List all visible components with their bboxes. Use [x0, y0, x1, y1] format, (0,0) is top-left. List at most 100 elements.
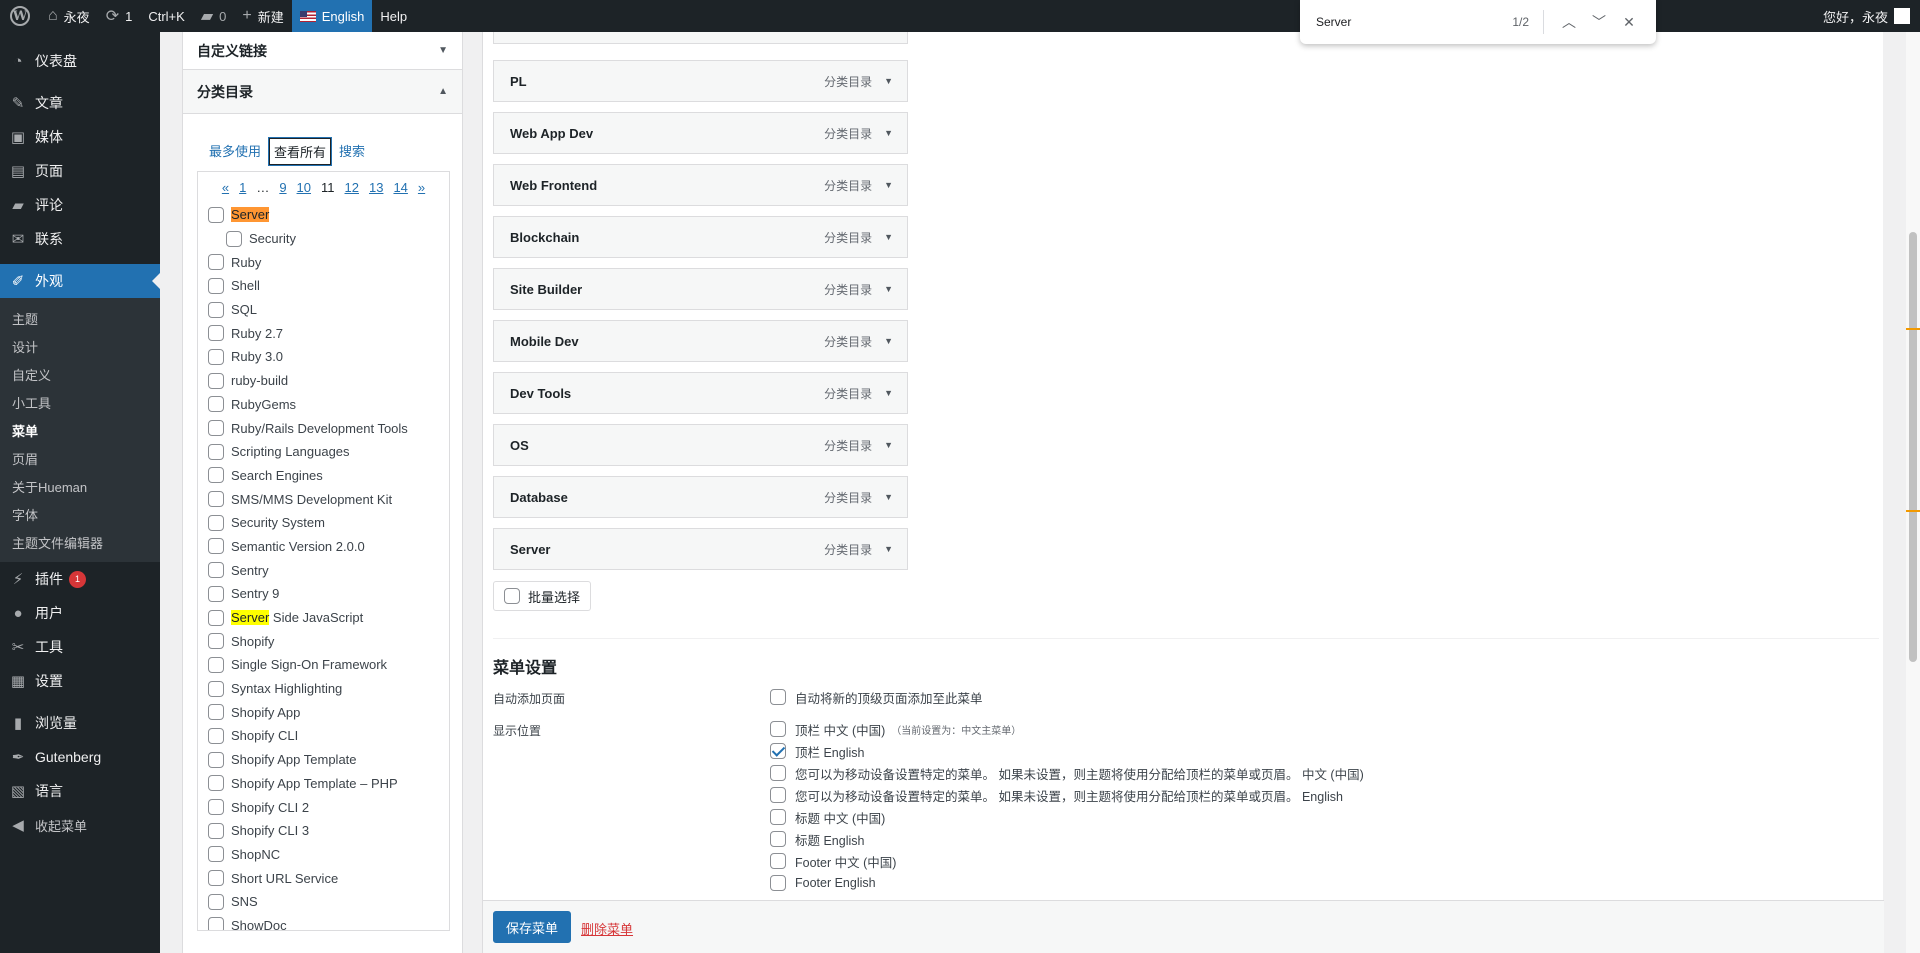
category-checkbox[interactable] [208, 680, 224, 697]
menu-plugins[interactable]: ⚡ 插件 1 [0, 562, 160, 596]
category-checkbox[interactable] [208, 799, 224, 816]
category-item[interactable]: Sentry 9 [208, 582, 439, 606]
category-item[interactable]: Syntax Highlighting [208, 677, 439, 701]
menu-item[interactable]: Site Builder 分类目录 ▼ [493, 268, 908, 310]
location-option[interactable]: Footer English [770, 874, 876, 892]
location-checkbox[interactable] [770, 875, 786, 891]
page-link[interactable]: » [418, 180, 425, 195]
category-checkbox[interactable] [208, 893, 224, 910]
menu-pages[interactable]: ▤ 页面 [0, 154, 160, 188]
menu-users[interactable]: ● 用户 [0, 596, 160, 630]
menu-item[interactable]: Web Frontend 分类目录 ▼ [493, 164, 908, 206]
location-option[interactable]: 您可以为移动设备设置特定的菜单。 如果未设置，则主题将使用分配给顶栏的菜单或页眉… [770, 786, 1343, 804]
caret-down-icon[interactable]: ▼ [884, 180, 893, 190]
find-close-button[interactable]: ✕ [1614, 7, 1644, 37]
category-checkbox[interactable] [208, 870, 224, 887]
category-checkbox[interactable] [208, 727, 224, 744]
menu-item[interactable]: Web App Dev 分类目录 ▼ [493, 112, 908, 154]
category-checkbox[interactable] [226, 230, 242, 247]
category-item[interactable]: Security System [208, 511, 439, 535]
menu-item[interactable]: OS 分类目录 ▼ [493, 424, 908, 466]
page-scrollbar[interactable] [1906, 32, 1920, 953]
caret-down-icon[interactable]: ▼ [884, 128, 893, 138]
location-option[interactable]: 顶栏 中文 (中国) （当前设置为：中文主菜单） [770, 720, 1021, 738]
location-option[interactable]: 您可以为移动设备设置特定的菜单。 如果未设置，则主题将使用分配给顶栏的菜单或页眉… [770, 764, 1364, 782]
category-checkbox[interactable] [208, 514, 224, 531]
menu-item[interactable]: PL 分类目录 ▼ [493, 60, 908, 102]
scrollbar-thumb[interactable] [1909, 232, 1917, 662]
category-checkbox[interactable] [208, 467, 224, 484]
category-checkbox[interactable] [208, 206, 224, 223]
category-item[interactable]: Server Side JavaScript [208, 606, 439, 630]
category-item[interactable]: ruby-build [208, 369, 439, 393]
page-link[interactable]: « [222, 180, 229, 195]
category-item[interactable]: Semantic Version 2.0.0 [208, 535, 439, 559]
caret-down-icon[interactable]: ▼ [884, 76, 893, 86]
category-checkbox[interactable] [208, 277, 224, 294]
tab-most-used[interactable]: 最多使用 [205, 138, 265, 165]
caret-down-icon[interactable]: ▼ [884, 544, 893, 554]
language-switcher[interactable]: English [291, 0, 373, 32]
category-checkbox[interactable] [208, 325, 224, 342]
comments-menu[interactable]: ▰ 0 [193, 0, 235, 32]
site-name-menu[interactable]: ⌂ 永夜 [40, 0, 98, 32]
category-item[interactable]: Shopify CLI [208, 724, 439, 748]
category-item[interactable]: ShopNC [208, 843, 439, 867]
submenu-customize[interactable]: 自定义 [0, 360, 160, 388]
category-item[interactable]: Ruby [208, 250, 439, 274]
submenu-themes[interactable]: 主题 [0, 304, 160, 332]
location-checkbox[interactable] [770, 765, 786, 781]
location-checkbox[interactable] [770, 743, 786, 759]
category-checkbox[interactable] [208, 633, 224, 650]
find-previous-button[interactable]: ︿ [1554, 7, 1584, 37]
submenu-menus[interactable]: 菜单 [0, 416, 160, 444]
menu-comments[interactable]: ▰ 评论 [0, 188, 160, 222]
menu-posts[interactable]: ✎ 文章 [0, 86, 160, 120]
location-checkbox[interactable] [770, 721, 786, 737]
category-checkbox[interactable] [208, 775, 224, 792]
tab-view-all[interactable]: 查看所有 [268, 137, 333, 166]
menu-dashboard[interactable]: ◔ 仪表盘 [0, 44, 160, 78]
menu-item[interactable]: Blockchain 分类目录 ▼ [493, 216, 908, 258]
category-item[interactable]: Scripting Languages [208, 440, 439, 464]
category-item[interactable]: Security [208, 227, 439, 251]
menu-gutenberg[interactable]: ✒ Gutenberg [0, 740, 160, 774]
category-checkbox[interactable] [208, 822, 224, 839]
category-item[interactable]: Ruby 2.7 [208, 321, 439, 345]
category-checkbox[interactable] [208, 254, 224, 271]
category-checkbox[interactable] [208, 846, 224, 863]
page-link[interactable]: 12 [345, 180, 359, 195]
menu-contact[interactable]: ✉ 联系 [0, 222, 160, 256]
menu-item[interactable]: Mobile Dev 分类目录 ▼ [493, 320, 908, 362]
menu-tools[interactable]: ✂ 工具 [0, 630, 160, 664]
page-link[interactable]: 1 [239, 180, 246, 195]
accordion-custom-links[interactable]: 自定义链接 ▼ [183, 32, 462, 70]
caret-down-icon[interactable]: ▼ [884, 388, 893, 398]
category-checkbox[interactable] [208, 704, 224, 721]
page-link[interactable]: 14 [393, 180, 407, 195]
category-item[interactable]: SQL [208, 298, 439, 322]
tab-search[interactable]: 搜索 [335, 138, 369, 165]
category-item[interactable]: Shopify App Template [208, 748, 439, 772]
category-item[interactable]: SNS [208, 890, 439, 914]
category-item[interactable]: Short URL Service [208, 866, 439, 890]
submenu-widgets[interactable]: 小工具 [0, 388, 160, 416]
category-item[interactable]: Shopify CLI 2 [208, 795, 439, 819]
wp-logo-menu[interactable]: W [0, 0, 40, 32]
caret-down-icon[interactable]: ▼ [884, 232, 893, 242]
submenu-about-hueman[interactable]: 关于Hueman [0, 472, 160, 500]
category-checkbox[interactable] [208, 562, 224, 579]
category-item[interactable]: Shopify App Template – PHP [208, 772, 439, 796]
submenu-fonts[interactable]: 字体 [0, 500, 160, 528]
category-checkbox[interactable] [208, 396, 224, 413]
page-link[interactable]: 9 [279, 180, 286, 195]
category-checkbox[interactable] [208, 585, 224, 602]
category-checkbox[interactable] [208, 372, 224, 389]
location-option[interactable]: 顶栏 English [770, 742, 864, 760]
location-checkbox[interactable] [770, 831, 786, 847]
bulk-select-toggle[interactable]: 批量选择 [493, 581, 592, 611]
my-account-menu[interactable]: 您好，永夜 [1815, 0, 1920, 32]
category-item[interactable]: Server [208, 203, 439, 227]
category-item[interactable]: Search Engines [208, 464, 439, 488]
category-checkbox[interactable] [208, 609, 224, 626]
